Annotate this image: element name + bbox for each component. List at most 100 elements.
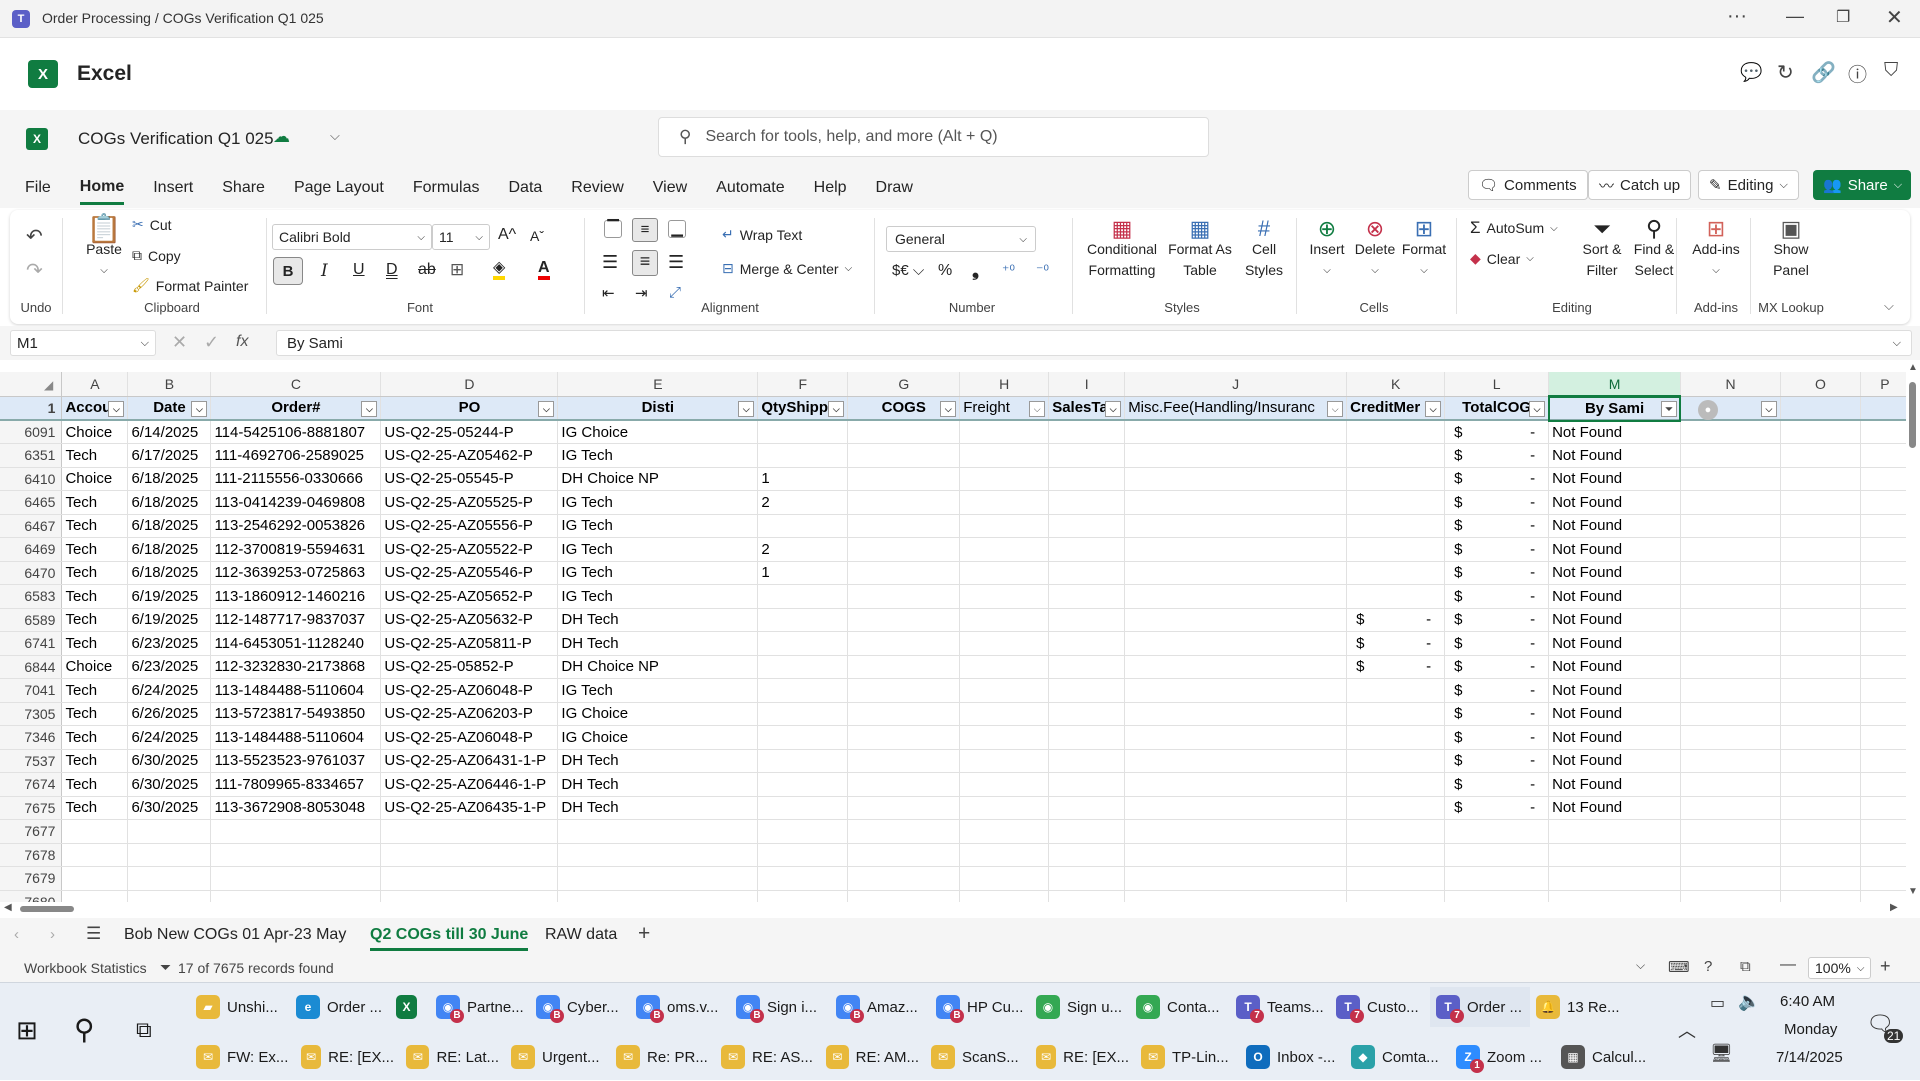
taskbar-button[interactable]: ✉ RE: AS... [715, 1037, 820, 1077]
taskbar-button[interactable]: ◉ B Sign i... [730, 987, 830, 1027]
cell-c[interactable]: 113-1484488-5110604 [210, 678, 382, 703]
cell[interactable] [210, 843, 382, 867]
cell[interactable] [1048, 467, 1126, 491]
cell[interactable] [959, 796, 1050, 820]
cell[interactable] [1680, 843, 1781, 867]
cell-k[interactable] [1346, 772, 1446, 797]
cell[interactable] [847, 796, 961, 820]
cell[interactable] [1048, 655, 1126, 679]
cell[interactable] [847, 467, 961, 491]
bold-icon[interactable]: B [273, 257, 303, 285]
cell[interactable] [847, 655, 961, 679]
all-sheets-icon[interactable]: ☰ [86, 924, 101, 944]
tab-draw[interactable]: Draw [876, 173, 913, 203]
scroll-down-icon[interactable]: ▼ [1908, 886, 1918, 897]
cell-d[interactable]: US-Q2-25-AZ05652-P [380, 584, 559, 609]
taskbar-button[interactable]: e Order ... [290, 987, 390, 1027]
cell-b[interactable]: 6/18/2025 [127, 537, 212, 562]
cell[interactable] [847, 866, 961, 891]
cell-k[interactable] [1346, 514, 1446, 538]
cell-b[interactable]: 6/17/2025 [127, 443, 212, 468]
cell[interactable] [557, 890, 759, 902]
cell[interactable] [1680, 678, 1781, 703]
ribbon-collapse-icon[interactable]: ⌵ [1884, 298, 1894, 314]
align-left-icon[interactable]: ☰ [602, 252, 618, 273]
cell[interactable] [847, 561, 961, 585]
cell[interactable] [1680, 796, 1781, 820]
cell-k[interactable] [1346, 443, 1446, 468]
cell-b[interactable]: 6/24/2025 [127, 725, 212, 750]
filter-dropdown-icon[interactable]: ⌵ [738, 400, 755, 417]
filter-dropdown-icon[interactable]: ⌵ [361, 400, 378, 417]
zoom-in-icon[interactable]: + [1880, 956, 1891, 977]
clock-date[interactable]: 7/14/2025 [1776, 1049, 1843, 1066]
network-icon[interactable]: 🖥 [1710, 1043, 1733, 1064]
increase-font-icon[interactable]: A^ [498, 226, 516, 244]
orientation-icon[interactable]: ⤢ [669, 284, 681, 301]
cell-a[interactable]: Tech [61, 772, 129, 797]
cell[interactable] [959, 890, 1050, 902]
cell[interactable] [757, 819, 849, 844]
cell[interactable] [959, 866, 1050, 891]
fill-color-icon[interactable]: ◈ [493, 260, 506, 280]
cell[interactable] [847, 843, 961, 867]
cell[interactable] [1860, 537, 1910, 562]
header-cell[interactable]: Freight ⌵ [959, 396, 1050, 421]
cell[interactable] [557, 866, 759, 891]
cell[interactable] [1124, 749, 1348, 773]
horizontal-scrollbar[interactable]: ◀ ▶ [0, 902, 1906, 916]
cell-b[interactable]: 6/24/2025 [127, 678, 212, 703]
cell[interactable] [1680, 537, 1781, 562]
cell-b[interactable]: 6/30/2025 [127, 749, 212, 773]
number-format-select[interactable]: General ⌵ [886, 226, 1036, 252]
taskbar-button[interactable]: ✉ RE: [EX... [295, 1037, 400, 1077]
cell[interactable] [1780, 443, 1861, 468]
cell[interactable] [1680, 467, 1781, 491]
cell[interactable] [1860, 749, 1910, 773]
cell-c[interactable]: 112-3639253-0725863 [210, 561, 382, 585]
cell-e[interactable]: IG Tech [557, 490, 759, 515]
cell[interactable] [127, 866, 212, 891]
cell[interactable] [1124, 514, 1348, 538]
cut-button[interactable]: ✂ Cut [132, 216, 172, 233]
header-cell[interactable] [1780, 396, 1861, 421]
cell[interactable] [847, 678, 961, 703]
cell-m[interactable]: Not Found [1548, 420, 1682, 444]
cell-k[interactable] [1346, 702, 1446, 726]
cell[interactable] [1444, 819, 1550, 844]
cell[interactable] [1124, 561, 1348, 585]
cell-e[interactable]: DH Choice NP [557, 655, 759, 679]
cell-f[interactable] [757, 631, 849, 656]
cell[interactable] [1780, 490, 1861, 515]
find-select-button[interactable]: ⚲ Find & Select [1624, 218, 1684, 279]
align-bottom-icon[interactable]: ▁ [668, 220, 686, 238]
cell-m[interactable]: Not Found [1548, 490, 1682, 515]
cell[interactable] [1680, 420, 1781, 444]
vertical-scrollbar[interactable]: ▲ ▼ [1906, 362, 1920, 902]
format-cells-button[interactable]: ⊞ Format ⌵ [1396, 218, 1452, 279]
taskbar-button[interactable]: T 7 Custo... [1330, 987, 1430, 1027]
filter-dropdown-icon[interactable]: ⌵ [191, 400, 208, 417]
cell-a[interactable]: Choice [61, 420, 129, 444]
taskbar-button[interactable]: ✉ FW: Ex... [190, 1037, 295, 1077]
cell-l[interactable]: $ - [1444, 725, 1550, 750]
cell[interactable] [1048, 749, 1126, 773]
taskbar-button[interactable]: 🔔 13 Re... [1530, 987, 1630, 1027]
font-color-icon[interactable]: A [538, 259, 550, 280]
comments-button[interactable]: 🗨 Comments [1468, 170, 1588, 200]
add-sheet-icon[interactable]: + [638, 922, 650, 946]
tab-data[interactable]: Data [509, 173, 543, 203]
cell-d[interactable]: US-Q2-25-AZ06435-1-P [380, 796, 559, 820]
cell-k[interactable] [1346, 420, 1446, 444]
cell-k[interactable] [1346, 490, 1446, 515]
cell-d[interactable]: US-Q2-25-05852-P [380, 655, 559, 679]
search-input[interactable]: Search for tools, help, and more (Alt + … [705, 128, 997, 146]
cell-f[interactable] [757, 443, 849, 468]
header-cell[interactable]: Disti ⌵ [557, 396, 759, 421]
taskbar-button[interactable]: ✉ TP-Lin... [1135, 1037, 1240, 1077]
align-middle-icon[interactable]: ≡ [632, 218, 658, 242]
cell-c[interactable]: 113-0414239-0469808 [210, 490, 382, 515]
cell-f[interactable] [757, 608, 849, 632]
cell-f[interactable] [757, 702, 849, 726]
cell[interactable] [1048, 490, 1126, 515]
